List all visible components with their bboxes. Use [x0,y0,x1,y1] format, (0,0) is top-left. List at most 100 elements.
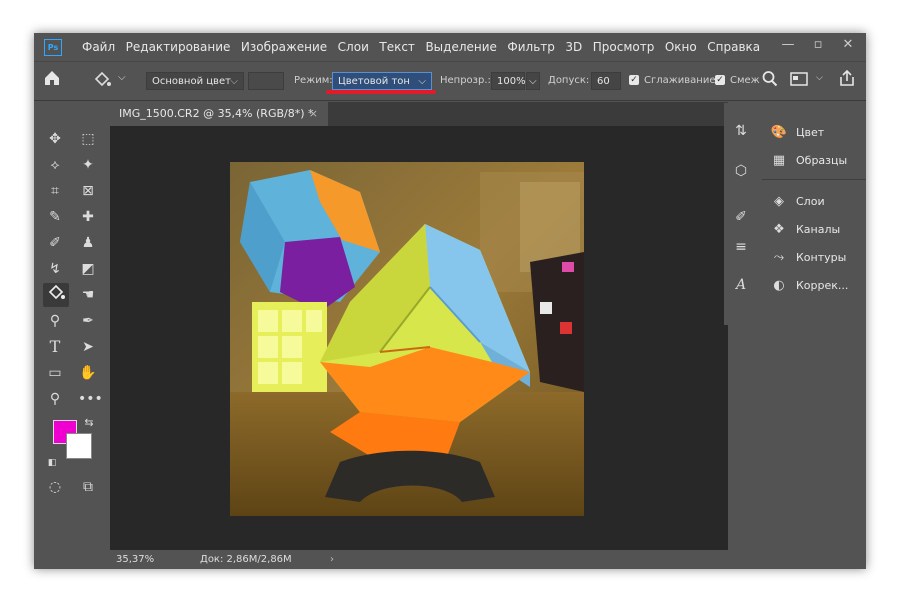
menu-bar: Ps Файл Редактирование Изображение Слои … [34,33,866,61]
chevron-down-icon[interactable]: ⌵ [816,73,823,83]
close-tab-icon[interactable]: × [309,102,318,126]
home-icon[interactable] [42,68,68,92]
adjust-sliders-icon[interactable]: ≡ [731,237,751,257]
antialias-checkbox[interactable]: ✓ [629,75,639,85]
panel-color-label: Цвет [796,126,825,139]
zoom-level[interactable]: 35,37% [116,550,154,569]
healing-brush-tool-icon[interactable]: ✚ [78,207,98,227]
layers-icon: ◈ [774,194,784,209]
menu-layers[interactable]: Слои [338,40,369,54]
menu-select[interactable]: Выделение [425,40,496,54]
eraser-tool-icon[interactable]: ◩ [78,259,98,279]
swap-colors-icon[interactable]: ⇆ [79,413,99,433]
menu-type[interactable]: Текст [379,40,415,54]
fill-source-select[interactable]: Основной цвет ⌵ [146,72,244,90]
panel-adjustments-label: Коррек... [796,279,849,292]
more-tools-icon[interactable]: ••• [78,389,103,409]
chevron-right-icon[interactable]: › [330,550,334,569]
magic-wand-tool-icon[interactable]: ✦ [78,155,98,175]
zoom-tool-icon[interactable]: ⚲ [45,389,65,409]
blend-mode-select[interactable]: Цветовой тон ⌵ [332,72,432,90]
status-bar: 35,37% Док: 2,86M/2,86M › [110,550,728,569]
document-info: Док: 2,86M/2,86M [200,554,292,565]
tolerance-label: Допуск: [548,75,590,86]
menu-view[interactable]: Просмотр [593,40,655,54]
document-tab[interactable]: IMG_1500.CR2 @ 35,4% (RGB/8*) * × [110,102,328,126]
panel-color[interactable]: 🎨 Цвет [770,123,824,143]
menu-help[interactable]: Справка [707,40,760,54]
screen-mode-icon[interactable]: ⧉ [78,477,98,497]
history-panel-icon[interactable]: ⇅ [731,121,751,141]
window-controls: — ▫ ✕ [780,38,856,52]
panel-channels-label: Каналы [796,223,841,236]
glyphs-icon[interactable]: A [731,275,751,295]
search-icon[interactable] [762,70,778,92]
panel-divider [762,179,866,180]
photoshop-window: Ps Файл Редактирование Изображение Слои … [34,33,866,569]
antialias-label: Сглаживание [644,75,716,86]
chevron-down-icon: ⌵ [418,76,426,87]
fill-source-value: Основной цвет [152,76,231,87]
3d-panel-icon[interactable]: ⬡ [731,161,751,181]
opacity-input[interactable]: 100% [491,72,526,90]
dodge-tool-icon[interactable]: ⚲ [45,311,65,331]
history-brush-tool-icon[interactable]: ↯ [45,259,65,279]
document-image[interactable] [230,162,584,516]
stamp-tool-icon[interactable]: ♟ [78,233,98,253]
menu-edit[interactable]: Редактирование [126,40,231,54]
menu-file[interactable]: Файл [82,40,115,54]
panel-adjustments[interactable]: ◐ Коррек... [770,276,848,296]
panel-swatches-label: Образцы [796,154,848,167]
panel-paths[interactable]: ⤳ Контуры [770,248,847,268]
pen-tool-icon[interactable]: ✒ [78,311,98,331]
panel-layers-label: Слои [796,195,825,208]
menu-image[interactable]: Изображение [241,40,327,54]
opacity-label: Непрозр.: [440,75,491,86]
path-selection-tool-icon[interactable]: ➤ [78,337,98,357]
hand-tool-icon[interactable]: ✋ [78,363,98,383]
menu-filter[interactable]: Фильтр [507,40,554,54]
default-colors-icon[interactable]: ◧ [42,453,62,473]
grid-icon: ▦ [772,153,786,168]
close-icon[interactable]: ✕ [840,38,856,52]
brush-tool-icon[interactable]: ✐ [45,233,65,253]
rectangle-tool-icon[interactable]: ▭ [45,363,65,383]
eyedropper-tool-icon[interactable]: ✎ [45,207,65,227]
background-color-swatch[interactable] [66,433,92,459]
tolerance-input[interactable]: 60 [591,72,621,90]
channels-icon: ❖ [773,222,785,237]
panel-channels[interactable]: ❖ Каналы [770,220,840,240]
paint-bucket-preset-icon[interactable] [92,70,112,94]
pattern-picker[interactable] [248,72,284,90]
workspace-icon[interactable] [790,71,808,91]
move-tool-icon[interactable]: ✥ [45,129,65,149]
options-bar: ⌵ Основной цвет ⌵ Режим: Цветовой тон ⌵ … [34,61,866,101]
panel-layers[interactable]: ◈ Слои [770,192,825,212]
menu-window[interactable]: Окно [665,40,697,54]
crop-tool-icon[interactable]: ⌗ [45,181,65,201]
contiguous-label: Смеж [730,75,760,86]
document-tab-title: IMG_1500.CR2 @ 35,4% (RGB/8*) * [119,107,314,120]
maximize-icon[interactable]: ▫ [810,38,826,52]
frame-tool-icon[interactable]: ⊠ [78,181,98,201]
share-icon[interactable] [838,69,856,91]
chevron-down-icon: ⌵ [230,76,238,87]
panel-swatches[interactable]: ▦ Образцы [770,151,847,171]
highlight-underline [326,90,436,94]
chevron-down-icon[interactable]: ⌵ [118,72,126,83]
menu-3d[interactable]: 3D [565,40,582,54]
minimize-icon[interactable]: — [780,38,796,52]
smudge-tool-icon[interactable]: ☚ [78,285,98,305]
paths-icon: ⤳ [773,250,785,265]
quick-mask-icon[interactable]: ◌ [45,477,65,497]
brush-settings-icon[interactable]: ✐ [731,207,751,227]
type-tool-icon[interactable]: T [45,337,65,357]
lasso-tool-icon[interactable]: ⟡ [45,155,65,175]
right-panel-dock: 🎨 Цвет ▦ Образцы ◈ Слои ❖ Каналы ⤳ Контуры ◐ К… [762,103,866,569]
palette-icon: 🎨 [770,125,788,140]
contiguous-checkbox[interactable]: ✓ [715,75,725,85]
opacity-slider-toggle[interactable]: ⌵ [526,72,540,90]
paint-bucket-tool-icon[interactable] [43,283,69,307]
blend-mode-value: Цветовой тон [338,76,410,87]
marquee-tool-icon[interactable]: ⬚ [78,129,98,149]
